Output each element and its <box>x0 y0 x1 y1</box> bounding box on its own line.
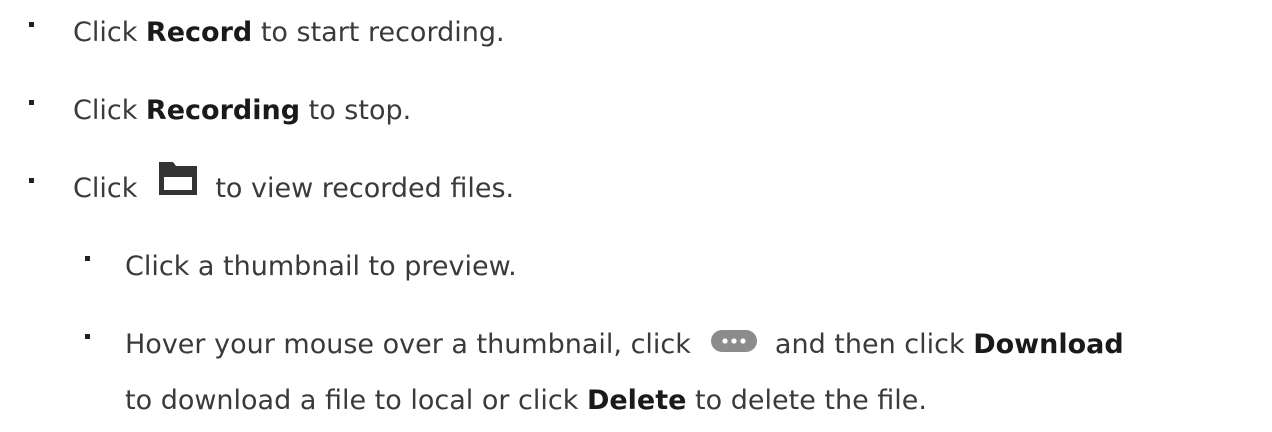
more-options-icon <box>710 313 757 375</box>
item-text: to start recording. <box>252 17 505 48</box>
item-text: to delete the file. <box>686 385 927 416</box>
item-text: to download a file to local or click <box>125 385 587 416</box>
sub-list-bullet <box>85 256 90 261</box>
item-text: and then click <box>774 329 974 360</box>
list-bullet <box>29 22 34 27</box>
item-text: Click <box>73 17 146 48</box>
list-bullet <box>29 100 34 105</box>
sub-item-preview: Click a thumbnail to preview. <box>125 236 517 298</box>
folder-icon <box>159 156 198 218</box>
sub-item-download-delete: Hover your mouse over a thumbnail, click… <box>125 314 1124 377</box>
delete-label: Delete <box>586 385 687 416</box>
sub-item-download-delete-line2: to download a file to local or click Del… <box>125 370 927 432</box>
item-text: to view recorded files. <box>215 173 515 204</box>
recording-label: Recording <box>145 95 301 126</box>
item-text: Click <box>73 95 146 126</box>
list-item-view-files: Click to view recorded files. <box>73 158 514 221</box>
download-label: Download <box>973 329 1124 360</box>
item-text: to stop. <box>300 95 412 126</box>
list-item-recording: Click Recording to stop. <box>73 80 411 142</box>
list-item-record: Click Record to start recording. <box>73 2 505 64</box>
item-text: Click a thumbnail to preview. <box>125 251 517 282</box>
record-label: Record <box>145 17 253 48</box>
item-text: Hover your mouse over a thumbnail, click <box>125 329 691 360</box>
item-text: Click <box>73 173 138 204</box>
sub-list-bullet <box>85 334 90 339</box>
list-bullet <box>29 178 34 183</box>
